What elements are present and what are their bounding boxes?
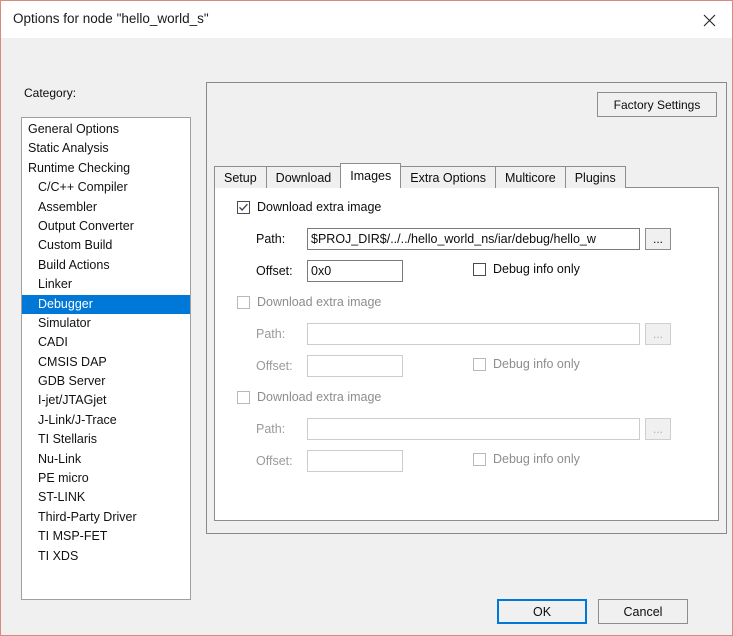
debug-info-only-label: Debug info only	[493, 262, 580, 276]
category-item[interactable]: Runtime Checking	[22, 159, 190, 178]
path-input[interactable]	[307, 323, 640, 345]
path-browse-button[interactable]: ...	[645, 418, 671, 440]
settings-panel: Factory Settings SetupDownloadImagesExtr…	[206, 82, 727, 534]
ok-button[interactable]: OK	[497, 599, 587, 624]
download-extra-image-label: Download extra image	[257, 295, 381, 309]
category-item[interactable]: TI Stellaris	[22, 430, 190, 449]
download-extra-image-checkbox-row[interactable]: Download extra image	[237, 295, 381, 309]
category-item[interactable]: TI MSP-FET	[22, 527, 190, 546]
category-item[interactable]: Build Actions	[22, 256, 190, 275]
path-input[interactable]	[307, 228, 640, 250]
tab-images[interactable]: Images	[340, 163, 401, 188]
category-item[interactable]: Nu-Link	[22, 450, 190, 469]
download-extra-image-checkbox[interactable]	[237, 201, 250, 214]
debug-info-only-label: Debug info only	[493, 357, 580, 371]
tab-page-images: Download extra image Path:... Offset: Debug…	[214, 187, 719, 521]
category-item[interactable]: TI XDS	[22, 547, 190, 566]
title-bar: Options for node "hello_world_s"	[1, 1, 732, 38]
category-listbox[interactable]: General OptionsStatic AnalysisRuntime Ch…	[21, 117, 191, 600]
debug-info-only-row[interactable]: Debug info only	[473, 262, 580, 276]
options-dialog: Options for node "hello_world_s" Categor…	[0, 0, 733, 636]
tab-multicore[interactable]: Multicore	[495, 166, 566, 188]
category-item[interactable]: Debugger	[22, 295, 190, 314]
download-extra-image-label: Download extra image	[257, 200, 381, 214]
path-browse-button[interactable]: ...	[645, 323, 671, 345]
offset-input[interactable]	[307, 355, 403, 377]
download-extra-image-label: Download extra image	[257, 390, 381, 404]
cancel-button[interactable]: Cancel	[598, 599, 688, 624]
offset-input[interactable]	[307, 260, 403, 282]
offset-label: Offset:	[256, 264, 293, 278]
download-extra-image-checkbox[interactable]	[237, 296, 250, 309]
debug-info-only-row[interactable]: Debug info only	[473, 357, 580, 371]
debug-info-only-checkbox[interactable]	[473, 453, 486, 466]
category-item[interactable]: Output Converter	[22, 217, 190, 236]
debug-info-only-row[interactable]: Debug info only	[473, 452, 580, 466]
tab-setup[interactable]: Setup	[214, 166, 267, 188]
category-item[interactable]: General Options	[22, 120, 190, 139]
path-label: Path:	[256, 327, 285, 341]
close-icon[interactable]	[687, 1, 732, 38]
window-title: Options for node "hello_world_s"	[13, 11, 209, 26]
tab-extra-options[interactable]: Extra Options	[400, 166, 496, 188]
debug-info-only-label: Debug info only	[493, 452, 580, 466]
category-item[interactable]: Simulator	[22, 314, 190, 333]
path-browse-button[interactable]: ...	[645, 228, 671, 250]
category-item[interactable]: Assembler	[22, 198, 190, 217]
factory-settings-button[interactable]: Factory Settings	[597, 92, 717, 117]
category-item[interactable]: Static Analysis	[22, 139, 190, 158]
download-extra-image-checkbox-row[interactable]: Download extra image	[237, 390, 381, 404]
path-label: Path:	[256, 422, 285, 436]
tab-download[interactable]: Download	[266, 166, 342, 188]
offset-label: Offset:	[256, 359, 293, 373]
category-item[interactable]: I-jet/JTAGjet	[22, 391, 190, 410]
category-item[interactable]: Linker	[22, 275, 190, 294]
tab-strip: SetupDownloadImagesExtra OptionsMulticor…	[214, 164, 625, 188]
debug-info-only-checkbox[interactable]	[473, 358, 486, 371]
category-label: Category:	[24, 86, 76, 100]
category-item[interactable]: C/C++ Compiler	[22, 178, 190, 197]
path-input[interactable]	[307, 418, 640, 440]
path-label: Path:	[256, 232, 285, 246]
download-extra-image-checkbox[interactable]	[237, 391, 250, 404]
category-item[interactable]: Custom Build	[22, 236, 190, 255]
category-item[interactable]: Third-Party Driver	[22, 508, 190, 527]
category-item[interactable]: J-Link/J-Trace	[22, 411, 190, 430]
dialog-client-area: Category: General OptionsStatic Analysis…	[1, 38, 732, 635]
category-item[interactable]: ST-LINK	[22, 488, 190, 507]
category-item[interactable]: CADI	[22, 333, 190, 352]
category-item[interactable]: PE micro	[22, 469, 190, 488]
debug-info-only-checkbox[interactable]	[473, 263, 486, 276]
category-item[interactable]: CMSIS DAP	[22, 353, 190, 372]
offset-input[interactable]	[307, 450, 403, 472]
tab-plugins[interactable]: Plugins	[565, 166, 626, 188]
category-item[interactable]: GDB Server	[22, 372, 190, 391]
download-extra-image-checkbox-row[interactable]: Download extra image	[237, 200, 381, 214]
offset-label: Offset:	[256, 454, 293, 468]
